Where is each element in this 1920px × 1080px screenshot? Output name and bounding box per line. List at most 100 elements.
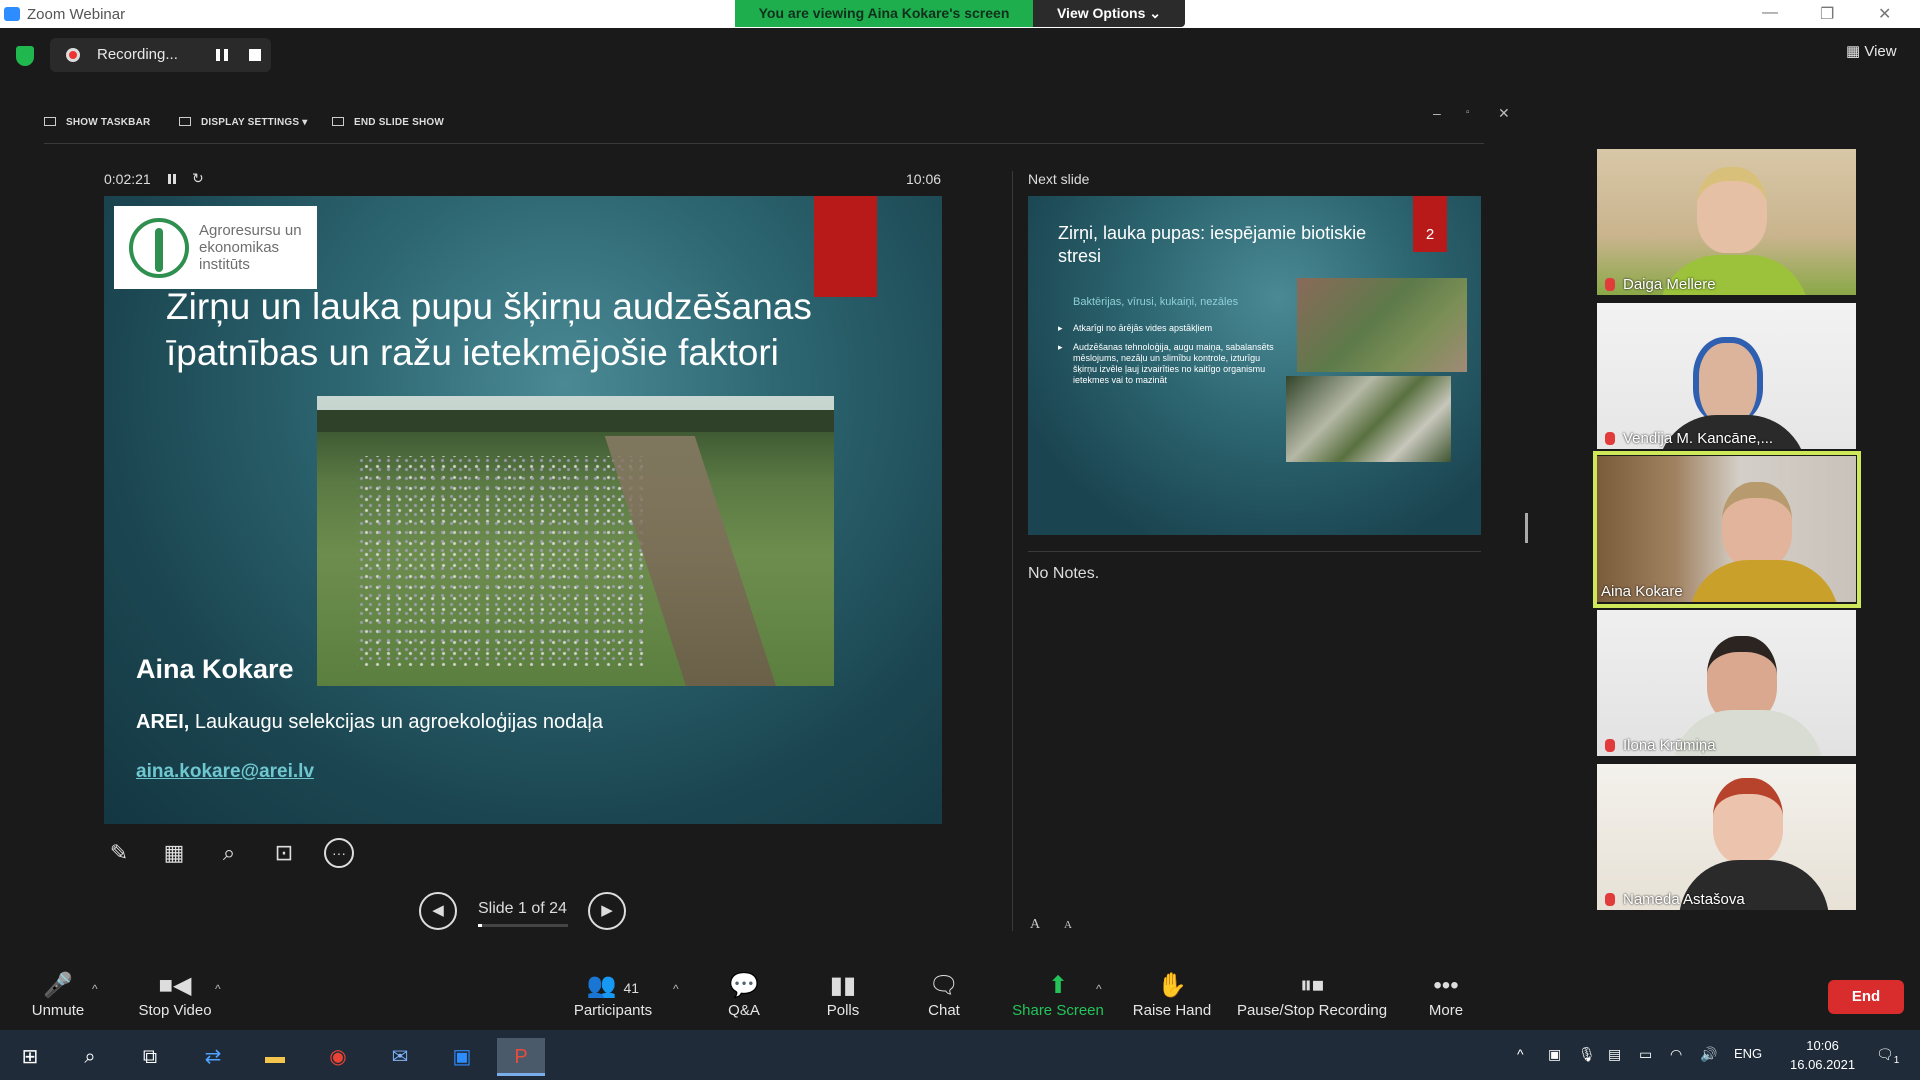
stop-recording-icon[interactable] [249, 49, 261, 61]
polls-icon: ▮▮ [829, 972, 857, 999]
slide-counter[interactable]: Slide 1 of 24 [478, 900, 567, 918]
recording-indicator: Recording... [50, 38, 271, 72]
show-hidden-icons-icon[interactable]: ^ [1517, 1046, 1524, 1062]
polls-button[interactable]: ▮▮ Polls [823, 970, 863, 1019]
audio-options-caret[interactable]: ^ [92, 982, 98, 996]
previous-slide-button[interactable]: ◀ [419, 892, 457, 930]
presenter-email-link[interactable]: aina.kokare@arei.lv [136, 761, 314, 783]
wifi-icon[interactable]: ◠ [1670, 1046, 1682, 1063]
notes-divider [1028, 551, 1481, 552]
next-slide-bullet: Audzēšanas tehnoloģija, augu maiņa, saba… [1058, 342, 1283, 386]
end-meeting-button[interactable]: End [1828, 980, 1904, 1014]
increase-font-button[interactable]: A [1030, 917, 1040, 933]
participant-tile[interactable]: Ilona Krūmiņa [1597, 610, 1856, 756]
video-options-caret[interactable]: ^ [215, 982, 221, 996]
participant-name: Nameda Astašova [1623, 891, 1745, 908]
file-explorer-icon[interactable]: ▬ [251, 1038, 299, 1076]
system-clock[interactable]: 10:06 16.06.2021 [1790, 1036, 1855, 1074]
slide-progress-bar [478, 924, 568, 927]
participant-tile[interactable]: Vendija M. Kancāne,... [1597, 303, 1856, 449]
photo-tree-line [317, 410, 834, 432]
participants-icon: 👥 41 [586, 972, 640, 999]
participant-video [1689, 560, 1839, 602]
next-slide-pod-photo [1286, 376, 1451, 462]
restore-button[interactable]: ❐ [1820, 4, 1834, 24]
qa-icon: 💬 [729, 972, 759, 999]
next-slide-preview[interactable]: Zirņi, lauka pupas: iespējamie biotiskie… [1028, 196, 1481, 535]
zoom-taskbar-icon[interactable]: ▣ [438, 1038, 486, 1076]
participant-name: Vendija M. Kancāne,... [1623, 430, 1774, 447]
ppt-close-button[interactable]: ✕ [1498, 105, 1510, 122]
more-options-icon[interactable]: ··· [324, 838, 354, 868]
security-shield-icon[interactable] [16, 46, 34, 66]
qa-button[interactable]: 💬 Q&A [724, 970, 764, 1019]
participant-video [1693, 337, 1763, 423]
presenter-name: Aina Kokare [136, 654, 294, 684]
participant-tile[interactable]: Nameda Astašova [1597, 764, 1856, 910]
action-center-icon[interactable]: 🗨1 [1876, 1046, 1899, 1066]
record-dot-icon [66, 48, 80, 62]
current-slide[interactable]: Agroresursu un ekonomikas institūts Zirņ… [104, 196, 942, 824]
meet-now-icon[interactable]: ▣ [1548, 1046, 1561, 1063]
chat-button[interactable]: 🗨 Chat [924, 970, 964, 1019]
participant-tile-active[interactable]: Aina Kokare [1597, 456, 1856, 602]
display-settings-button[interactable]: DISPLAY SETTINGS ▾ [179, 117, 307, 128]
ppt-maximize-button[interactable]: ▫ [1466, 107, 1470, 118]
thunderbird-icon[interactable]: ✉ [376, 1038, 424, 1076]
pen-tool-icon[interactable]: ✎ [104, 838, 134, 868]
task-view-icon[interactable]: ⧉ [126, 1038, 174, 1076]
raise-hand-button[interactable]: ✋ Raise Hand [1131, 970, 1213, 1019]
notification-count: 1 [1893, 1054, 1900, 1066]
pause-stop-icon: ⏸⏹ [1300, 972, 1324, 999]
muted-mic-icon [1605, 432, 1615, 445]
next-slide-button[interactable]: ▶ [588, 892, 626, 930]
battery-icon[interactable]: ▭ [1639, 1046, 1652, 1063]
view-options-button[interactable]: View Options ⌄ [1033, 0, 1185, 27]
next-slide-leaf-photo [1297, 278, 1467, 372]
network-icon[interactable]: ▤ [1608, 1046, 1621, 1063]
zoom-slide-icon[interactable]: ⌕ [214, 838, 244, 868]
gallery-view-button[interactable]: ▦ View [1846, 42, 1897, 60]
window-title: Zoom Webinar [27, 6, 126, 23]
participant-video [1722, 482, 1792, 568]
participants-options-caret[interactable]: ^ [673, 982, 679, 996]
pane-splitter-handle[interactable] [1525, 513, 1528, 543]
stop-video-button[interactable]: ■◀ Stop Video [130, 970, 220, 1019]
slide-red-accent [814, 196, 877, 297]
muted-mic-icon [1605, 893, 1615, 906]
microphone-icon[interactable]: 🎙 [1578, 1046, 1596, 1063]
teamviewer-icon[interactable]: ⇄ [189, 1038, 237, 1076]
logo-text: Agroresursu un ekonomikas institūts [199, 222, 302, 273]
current-time: 10:06 [906, 171, 942, 187]
decrease-font-button[interactable]: A [1064, 919, 1072, 931]
ppt-minimize-button[interactable]: – [1433, 105, 1441, 121]
pause-stop-recording-button[interactable]: ⏸⏹ Pause/Stop Recording [1236, 970, 1388, 1019]
black-screen-icon[interactable]: ⊡ [269, 838, 299, 868]
minimize-button[interactable]: — [1762, 4, 1778, 22]
share-options-caret[interactable]: ^ [1096, 982, 1102, 996]
more-dots-icon: ••• [1433, 972, 1459, 999]
participant-video [1697, 167, 1767, 253]
share-screen-button[interactable]: ⬆ Share Screen [1008, 970, 1108, 1019]
show-taskbar-button[interactable]: SHOW TASKBAR [44, 117, 150, 128]
participant-tile[interactable]: Daiga Mellere [1597, 149, 1856, 295]
next-slide-bullet: Atkarīgi no ārējās vides apstākļiem [1058, 323, 1283, 334]
search-icon[interactable]: ⌕ [66, 1038, 114, 1076]
pause-timer-icon[interactable] [168, 174, 176, 184]
end-slide-show-button[interactable]: END SLIDE SHOW [332, 117, 444, 128]
close-button[interactable]: ✕ [1878, 4, 1891, 24]
more-button[interactable]: ••• More [1426, 970, 1466, 1019]
participants-button[interactable]: 👥 41 Participants [570, 970, 656, 1019]
volume-icon[interactable]: 🔊 [1700, 1046, 1717, 1063]
presenter-affiliation: AREI, Laukaugu selekcijas un agroekoloģi… [136, 711, 603, 733]
photo-crop-rows [357, 456, 647, 666]
chat-icon: 🗨 [928, 972, 960, 999]
unmute-button[interactable]: 🎤 Unmute [20, 970, 96, 1019]
reset-timer-icon[interactable]: ↻ [192, 170, 204, 187]
input-language[interactable]: ENG [1734, 1046, 1762, 1061]
see-all-slides-icon[interactable]: ▦ [159, 838, 189, 868]
pause-recording-icon[interactable] [216, 49, 228, 61]
powerpoint-taskbar-icon[interactable]: P [497, 1038, 545, 1076]
windows-start-icon[interactable]: ⊞ [6, 1038, 54, 1076]
chrome-icon[interactable]: ◉ [314, 1038, 362, 1076]
